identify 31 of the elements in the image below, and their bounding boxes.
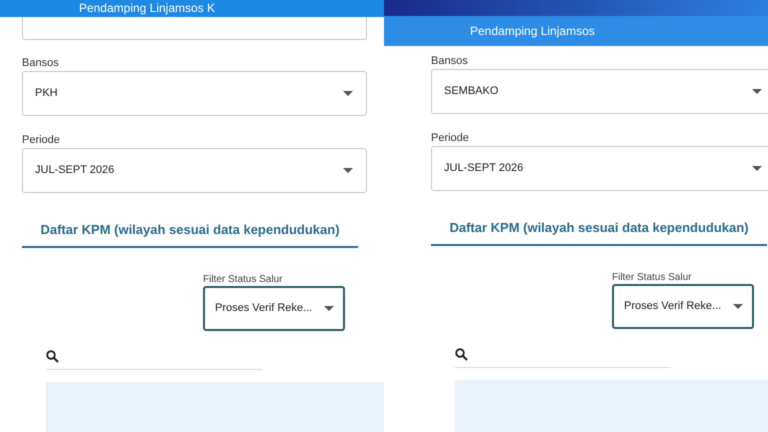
dropdown-value: JUL-SEPT 2026: [35, 163, 114, 178]
dropdown-arrow-icon: [752, 166, 762, 171]
tab[interactable]: Daftar KPM (wilayah sesuai data kependudukan): [431, 211, 767, 246]
dropdown-arrow-icon: [324, 306, 334, 311]
app-title: Pendamping Linjamsos K: [78, 1, 216, 17]
dropdown-field[interactable]: SEMBAKO: [431, 69, 768, 114]
filter-label: Filter Status Salur: [203, 274, 284, 286]
filter-dropdown[interactable]: Proses Verif Reke...: [203, 286, 345, 331]
app-title: Pendamping Linjamsos: [470, 23, 595, 40]
dropdown-field[interactable]: JUL-SEPT 2026: [22, 148, 367, 193]
dropdown-value: PKH: [35, 86, 58, 102]
dropdown-arrow-icon: [343, 91, 353, 96]
field-label: Bansos: [431, 55, 469, 68]
dropdown-arrow-icon: [733, 304, 743, 309]
dropdown-arrow-icon: [343, 168, 353, 173]
field-label: Bansos: [22, 57, 60, 70]
field-label: Periode: [22, 134, 61, 147]
search-icon[interactable]: [455, 348, 468, 360]
dropdown-field[interactable]: JUL-SEPT 2026: [431, 146, 768, 191]
dropdown-value: Proses Verif Reke...: [215, 301, 312, 316]
filter-dropdown[interactable]: Proses Verif Reke...: [612, 284, 754, 329]
dropdown-field[interactable]: [22, 17, 367, 40]
tab[interactable]: Daftar KPM (wilayah sesuai data kependudukan): [22, 213, 358, 248]
dropdown-arrow-icon: [752, 89, 762, 94]
field-label: Periode: [431, 132, 470, 145]
dropdown-value: Proses Verif Reke...: [624, 299, 722, 314]
search-icon[interactable]: [46, 350, 59, 362]
dropdown-field[interactable]: PKH: [22, 71, 367, 116]
dropdown-value: SEMBAKO: [444, 84, 498, 100]
filter-label: Filter Status Salur: [612, 272, 692, 284]
dropdown-value: JUL-SEPT 2026: [444, 161, 524, 176]
